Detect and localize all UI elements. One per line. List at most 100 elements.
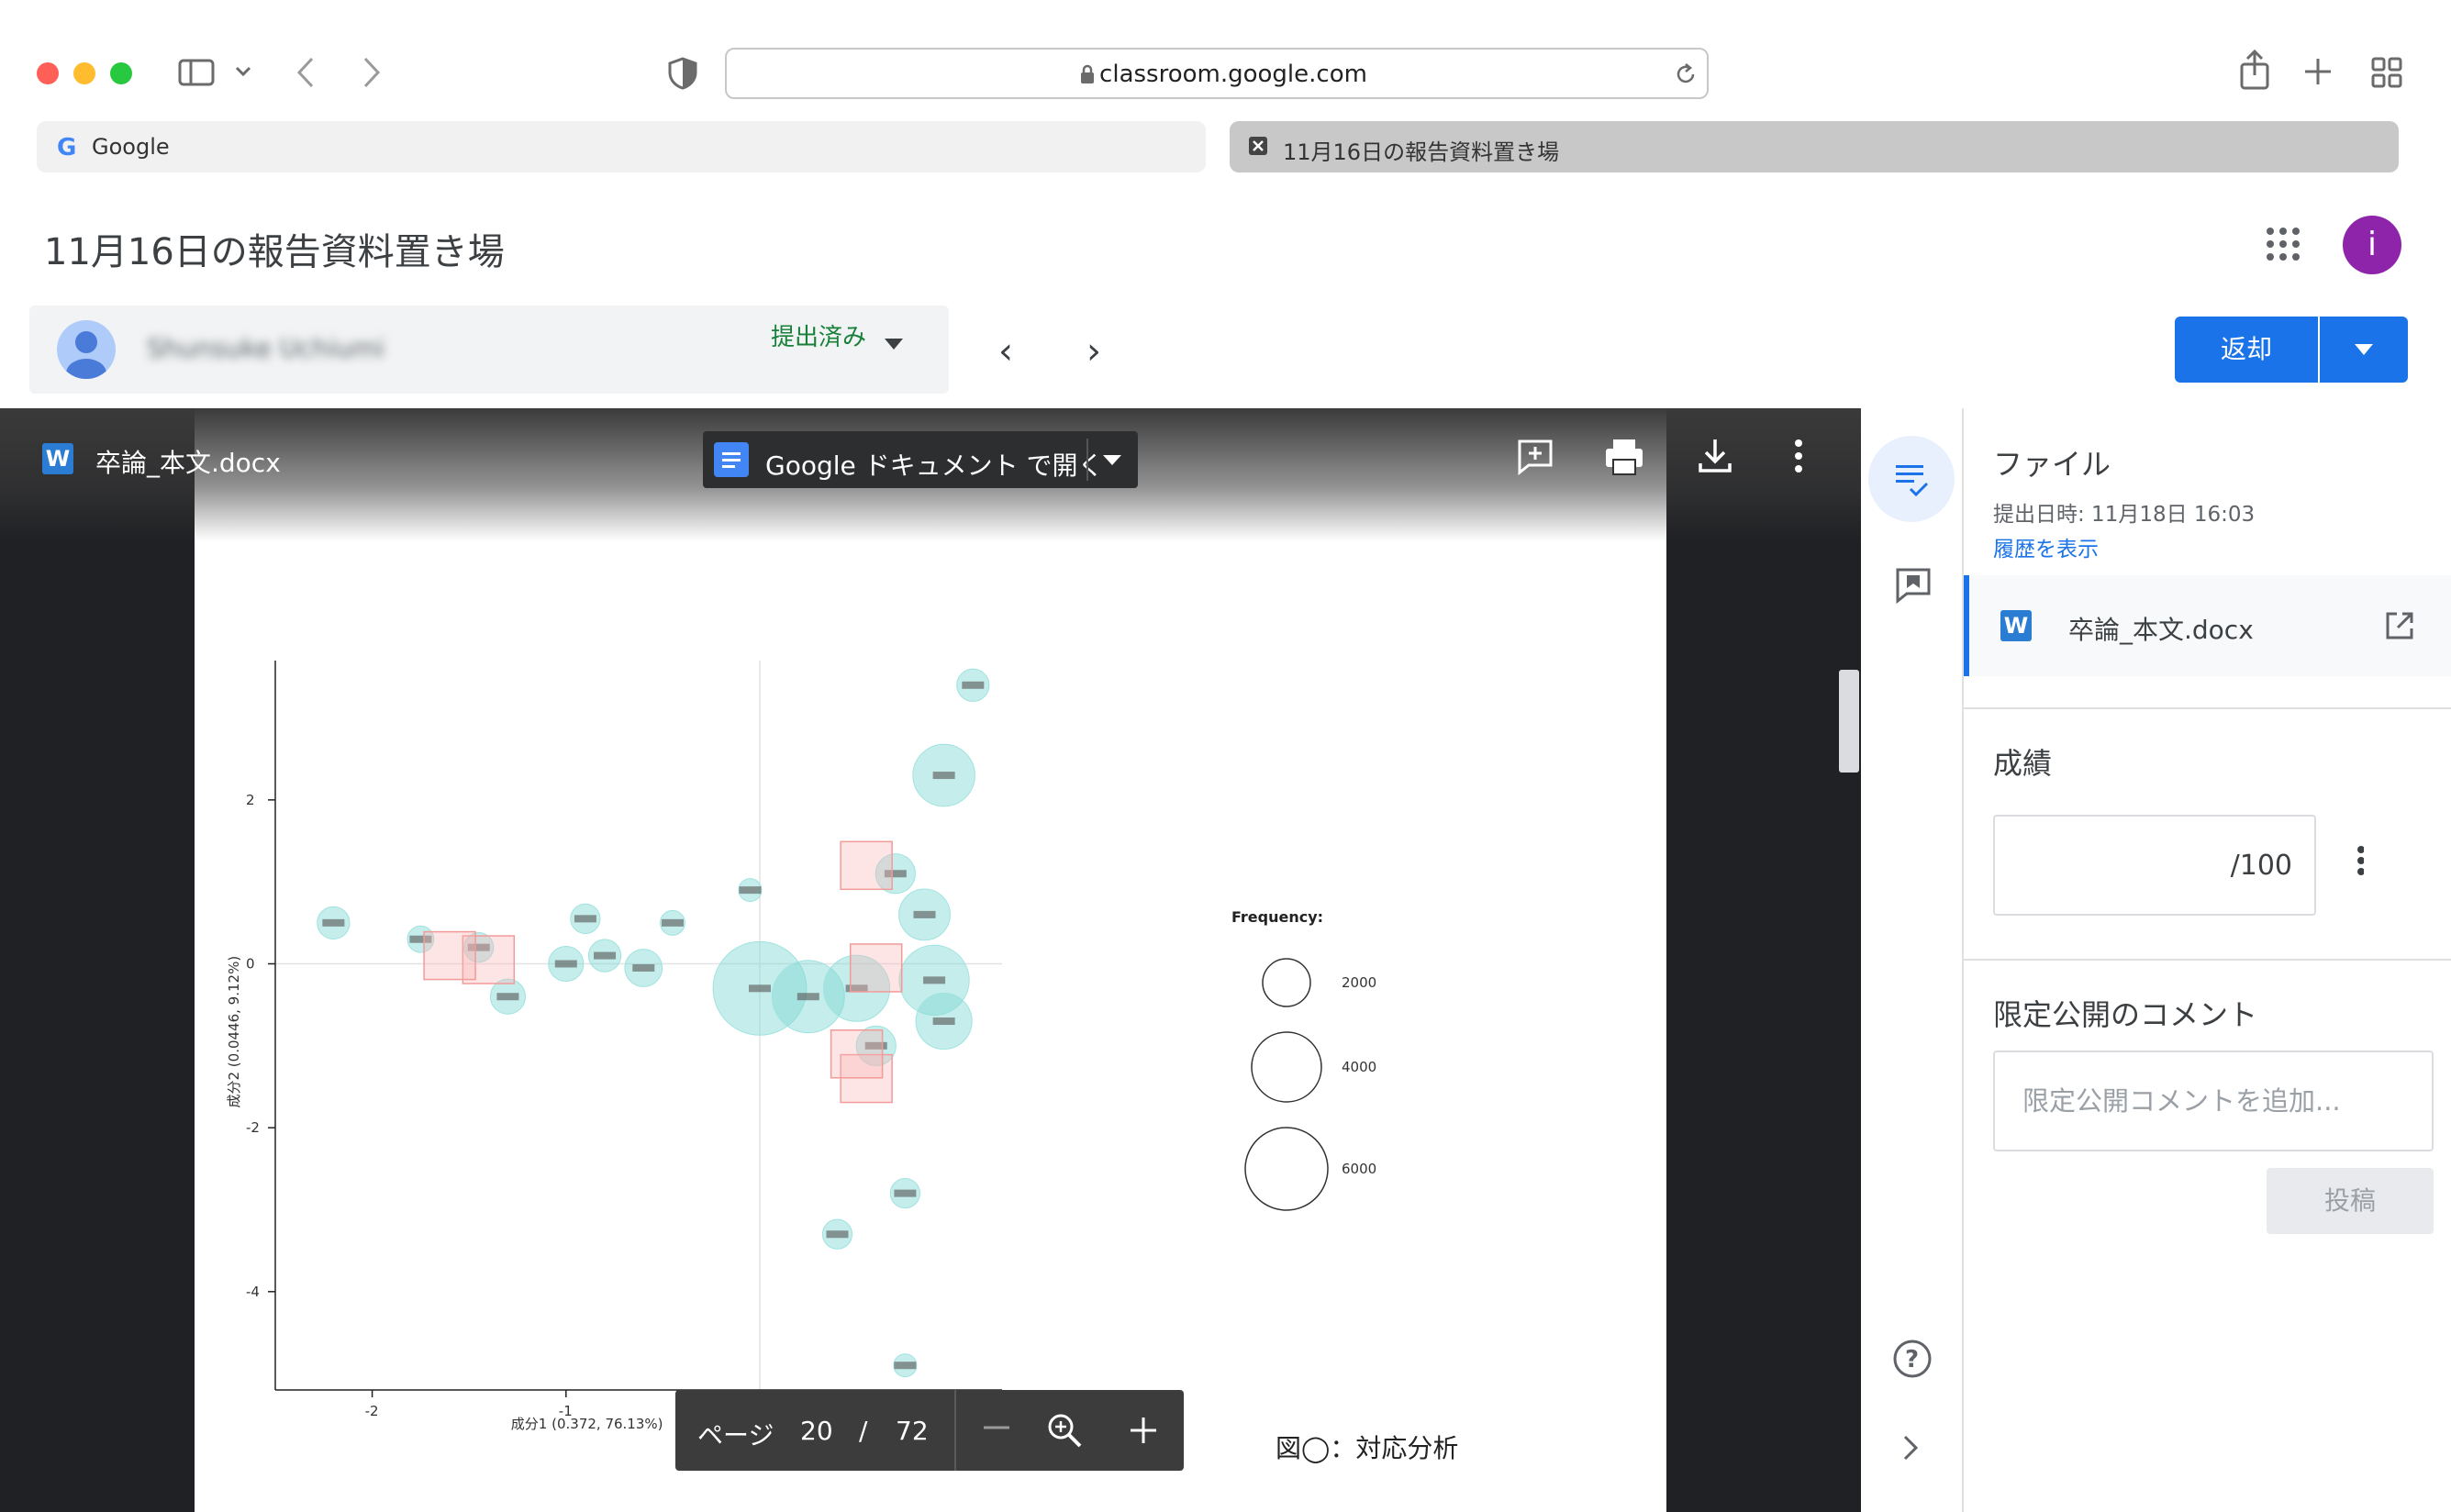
chart-bubbles: [317, 668, 990, 1378]
zoom-in-icon[interactable]: [1129, 1416, 1158, 1445]
close-tab-icon[interactable]: [1248, 136, 1268, 156]
chart-legend-title: Frequency:: [1231, 908, 1323, 926]
open-in-label: Google ドキュメント で開く: [765, 450, 1104, 481]
bubble-text-mark: [632, 963, 655, 972]
current-page-input[interactable]: 20: [800, 1416, 833, 1446]
new-tab-icon[interactable]: [2303, 57, 2333, 86]
submission-date: 提出日時: 11月18日 16:03: [1993, 503, 2256, 527]
google-logo-icon: G: [57, 134, 76, 160]
tab-label: 11月16日の報告資料置き場: [1283, 139, 1560, 165]
svg-text:?: ?: [1905, 1346, 1919, 1373]
comments-tab-icon[interactable]: [1894, 566, 1933, 605]
files-tab[interactable]: [1868, 436, 1955, 522]
print-icon[interactable]: [1604, 438, 1644, 476]
grade-options-icon[interactable]: [2356, 845, 2364, 876]
student-dropdown-icon[interactable]: [885, 339, 903, 350]
bubble-text-mark: [661, 918, 684, 927]
page-navigator: ページ 20 / 72: [675, 1390, 1184, 1471]
private-comment-box: [1993, 1051, 2434, 1151]
chart-grid-lines: [275, 661, 1002, 1390]
student-selector[interactable]: Shunsuke Uchiumi 提出済み: [29, 306, 949, 394]
more-options-icon[interactable]: [1793, 438, 1804, 474]
open-options-icon[interactable]: [1101, 453, 1123, 466]
download-icon[interactable]: [1698, 438, 1732, 474]
tab-overview-icon[interactable]: [2371, 57, 2402, 88]
student-name: Shunsuke Uchiumi: [147, 333, 384, 363]
bubble-text-mark: [923, 976, 946, 984]
previous-student-button[interactable]: ‹: [998, 330, 1013, 372]
back-icon[interactable]: [295, 57, 316, 88]
account-avatar[interactable]: i: [2343, 216, 2401, 274]
bubble-text-mark: [322, 918, 345, 927]
viewer-toolbar: W 卒論_本文.docx Google ドキュメント で開く: [0, 408, 1861, 541]
bubble-text-mark: [962, 681, 985, 689]
viewer-file-name: 卒論_本文.docx: [95, 448, 281, 478]
tab-label: Google: [92, 134, 170, 160]
add-comment-icon[interactable]: [1516, 438, 1554, 476]
private-comment-input[interactable]: [1995, 1052, 2432, 1150]
word-file-icon: W: [42, 443, 73, 474]
bubble-text-mark: [594, 951, 617, 960]
view-history-link[interactable]: 履歴を表示: [1993, 531, 2099, 562]
bubble-text-mark: [739, 886, 762, 895]
zoom-out-icon[interactable]: [982, 1425, 1011, 1430]
reload-icon[interactable]: [1674, 62, 1698, 86]
open-in-google-docs-button[interactable]: Google ドキュメント で開く: [703, 431, 1138, 488]
y-tick-label: -2: [246, 1119, 260, 1136]
legend-circle: [1251, 1031, 1322, 1103]
bubble-text-mark: [913, 910, 936, 918]
tab-report-materials[interactable]: 11月16日の報告資料置き場: [1230, 121, 2399, 172]
post-comment-button[interactable]: 投稿: [2267, 1168, 2434, 1234]
browser-window: classroom.google.com G Google 11月16日の報告資…: [0, 0, 2451, 1512]
divider: [954, 1390, 956, 1471]
next-student-button[interactable]: ›: [1086, 330, 1101, 372]
return-button[interactable]: 返却: [2175, 317, 2318, 383]
page-separator: /: [859, 1416, 868, 1446]
correspondence-analysis-chart: -2-10120-2-4 成分2 (0.0446, 9.12%) 成分1 (0.…: [226, 661, 1376, 1432]
attached-file-row[interactable]: W 卒論_本文.docx: [1964, 575, 2451, 676]
collapse-panel-icon[interactable]: [1901, 1434, 1920, 1462]
figure-caption: 図◯：対応分析: [1276, 1433, 1459, 1463]
y-tick-label: -4: [246, 1284, 260, 1300]
grading-panel: ファイル 提出日時: 11月18日 16:03 履歴を表示 W 卒論_本文.do…: [1964, 408, 2451, 1512]
legend-label: 4000: [1342, 1059, 1376, 1075]
legend-label: 6000: [1342, 1161, 1376, 1177]
zoom-reset-icon[interactable]: [1046, 1412, 1083, 1449]
zoom-window-button[interactable]: [110, 62, 132, 84]
highlight-label-box: [423, 930, 476, 981]
y-tick-label: 2: [246, 792, 255, 808]
y-tick-label: 0: [246, 956, 255, 973]
minimize-window-button[interactable]: [73, 62, 95, 84]
google-apps-icon[interactable]: [2267, 228, 2300, 261]
tab-google[interactable]: G Google: [37, 121, 1206, 172]
page-title: 11月16日の報告資料置き場: [44, 231, 505, 273]
chevron-down-icon[interactable]: [235, 66, 251, 77]
word-file-icon: W: [2000, 610, 2032, 641]
browser-toolbar: classroom.google.com: [0, 0, 2451, 119]
share-icon[interactable]: [2239, 50, 2270, 90]
address-bar[interactable]: classroom.google.com: [725, 48, 1709, 99]
private-comment-heading: 限定公開のコメント: [1993, 997, 2258, 1032]
person-icon: [66, 331, 106, 379]
highlight-label-box: [830, 1029, 884, 1079]
return-options-button[interactable]: [2320, 317, 2408, 383]
chart-x-axis-label: 成分1 (0.372, 76.13%): [511, 1416, 663, 1432]
help-icon[interactable]: ?: [1892, 1339, 1933, 1379]
files-heading: ファイル: [1993, 447, 2111, 482]
privacy-shield-icon[interactable]: [668, 57, 697, 90]
svg-text:G: G: [57, 134, 76, 160]
legend-circle: [1244, 1127, 1329, 1211]
bubble-text-mark: [797, 993, 819, 1001]
student-avatar: [57, 320, 116, 379]
side-rail: ?: [1861, 408, 1964, 1512]
bubble-text-mark: [496, 993, 519, 1001]
open-in-new-icon[interactable]: [2384, 610, 2415, 641]
total-pages: 72: [896, 1416, 929, 1446]
legend-circle: [1262, 958, 1311, 1007]
sidebar-toggle-icon[interactable]: [178, 59, 215, 86]
close-window-button[interactable]: [37, 62, 59, 84]
grade-input[interactable]: /100: [1993, 815, 2316, 916]
viewer-scrollbar[interactable]: [1839, 670, 1859, 773]
submission-status: 提出済み: [771, 324, 867, 351]
forward-icon[interactable]: [362, 57, 382, 88]
